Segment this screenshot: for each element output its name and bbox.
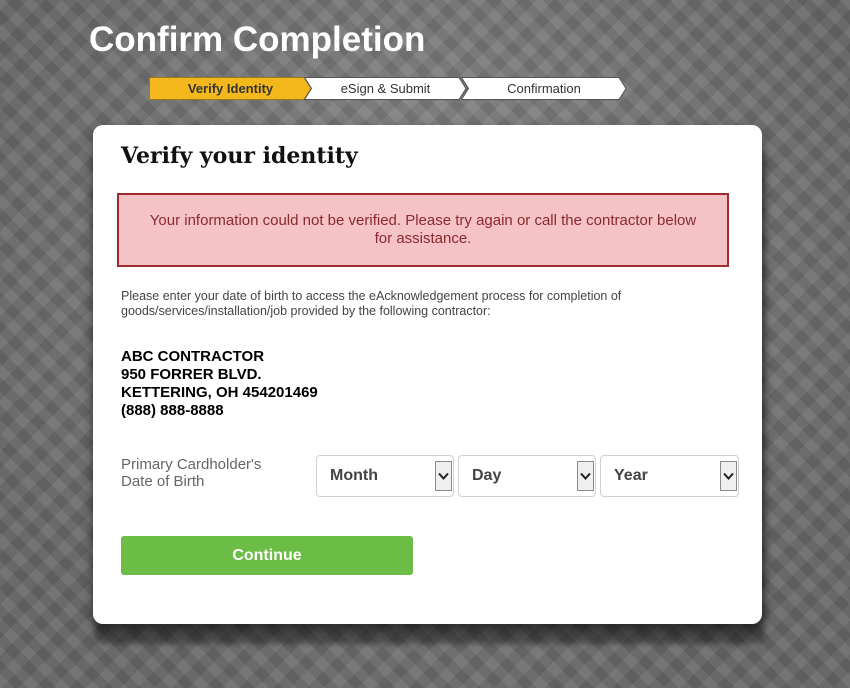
verify-identity-card: Verify your identity Your information co… [93,125,762,624]
contractor-address-line2: KETTERING, OH 454201469 [121,384,318,401]
card-heading: Verify your identity [121,143,358,169]
dob-label: Primary Cardholder's Date of Birth [121,456,262,490]
step-confirmation: Confirmation [461,77,627,100]
error-message: Your information could not be verified. … [149,212,697,247]
select-value: Month [330,467,378,484]
contractor-name: ABC CONTRACTOR [121,348,265,365]
chevron-down-icon[interactable] [435,461,452,491]
select-value: Day [472,467,502,484]
contractor-info: ABC CONTRACTOR 950 FORRER BLVD. KETTERIN… [121,348,318,420]
contractor-phone: (888) 888-8888 [121,402,224,419]
birth-day-select[interactable]: Day [458,455,596,497]
step-esign-submit: eSign & Submit [304,77,467,100]
page-title: Confirm Completion [89,20,426,59]
step-label: Confirmation [507,81,581,96]
birth-month-select[interactable]: Month [316,455,454,497]
continue-button[interactable]: Continue [121,536,413,575]
chevron-down-icon[interactable] [720,461,737,491]
step-label: eSign & Submit [340,81,431,96]
chevron-down-icon[interactable] [577,461,594,491]
progress-steps: Verify Identity eSign & Submit Confirmat… [149,77,629,100]
contractor-address-line1: 950 FORRER BLVD. [121,366,262,383]
birth-year-select[interactable]: Year [600,455,739,497]
intro-text: Please enter your date of birth to acces… [121,289,622,318]
select-value: Year [614,467,648,484]
step-verify-identity: Verify Identity [149,77,312,100]
step-label: Verify Identity [187,81,274,96]
error-alert: Your information could not be verified. … [117,193,729,267]
